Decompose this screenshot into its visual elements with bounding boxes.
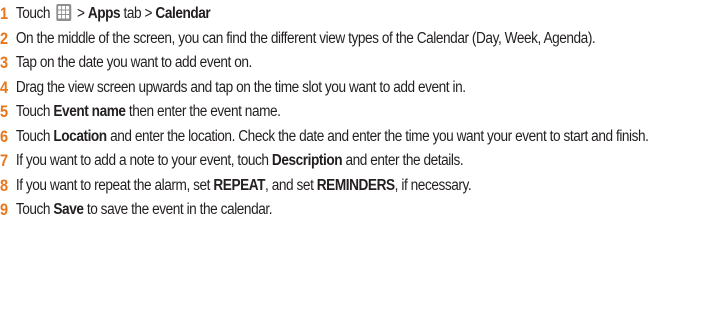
step-item: 9 Touch Save to save the event in the cal… <box>0 199 702 221</box>
step-text: If you want to add a note to your event,… <box>15 152 272 169</box>
step-number: 3 <box>0 54 8 72</box>
step-text: Tap on the date you want to add event on… <box>15 54 252 71</box>
calendar-steps-list: 1 Touch > Apps tab > Calendar 2 On the midd… <box>0 3 702 224</box>
step-number: 7 <box>0 152 8 170</box>
step-text: , and set <box>265 176 317 194</box>
apps-grid-icon <box>56 4 71 21</box>
step-text: and enter the details. <box>342 152 464 169</box>
step-text: Touch <box>15 127 54 145</box>
step-text: Touch <box>15 201 54 218</box>
step-keyword: Save <box>53 201 84 218</box>
step-text: Drag the view screen upwards and tap on … <box>15 78 466 96</box>
step-item: 6 Touch Location and enter the location. … <box>0 126 702 148</box>
step-number: 1 <box>0 5 8 23</box>
step-keyword: Description <box>271 152 343 169</box>
step-keyword: Calendar <box>155 5 211 22</box>
step-item: 5 Touch Event name then enter the event n… <box>0 101 702 123</box>
step-number: 8 <box>0 176 8 195</box>
step-keyword: REMINDERS <box>316 176 395 194</box>
step-keyword: Apps <box>87 5 121 22</box>
step-number: 2 <box>0 29 8 48</box>
step-number: 4 <box>0 78 8 97</box>
step-number: 6 <box>0 127 8 146</box>
step-text: Touch <box>15 5 54 22</box>
step-number: 9 <box>0 201 8 219</box>
step-item: 8 If you want to repeat the alarm, set RE… <box>0 175 702 197</box>
step-text: then enter the event name. <box>125 103 281 120</box>
step-text: On the middle of the screen, you can fin… <box>15 29 596 47</box>
step-text: and enter the location. Check the date a… <box>106 127 649 145</box>
step-keyword: REPEAT <box>213 176 266 194</box>
step-text: to save the event in the calendar. <box>83 201 273 218</box>
step-text: > <box>73 5 88 22</box>
step-item: 3 Tap on the date you want to add event o… <box>0 52 702 74</box>
step-number: 5 <box>0 103 8 121</box>
step-keyword: Location <box>53 127 107 145</box>
step-item: 2 On the middle of the screen, you can fi… <box>0 28 702 50</box>
step-keyword: Event name <box>53 103 126 120</box>
step-text: , if necessary. <box>394 176 472 194</box>
step-item: 1 Touch > Apps tab > Calendar <box>0 3 702 25</box>
step-text: If you want to repeat the alarm, set <box>15 176 214 194</box>
step-text: Touch <box>15 103 54 120</box>
step-item: 7 If you want to add a note to your event… <box>0 150 702 172</box>
step-item: 4 Drag the view screen upwards and tap on… <box>0 77 702 99</box>
step-text: tab > <box>120 5 156 22</box>
